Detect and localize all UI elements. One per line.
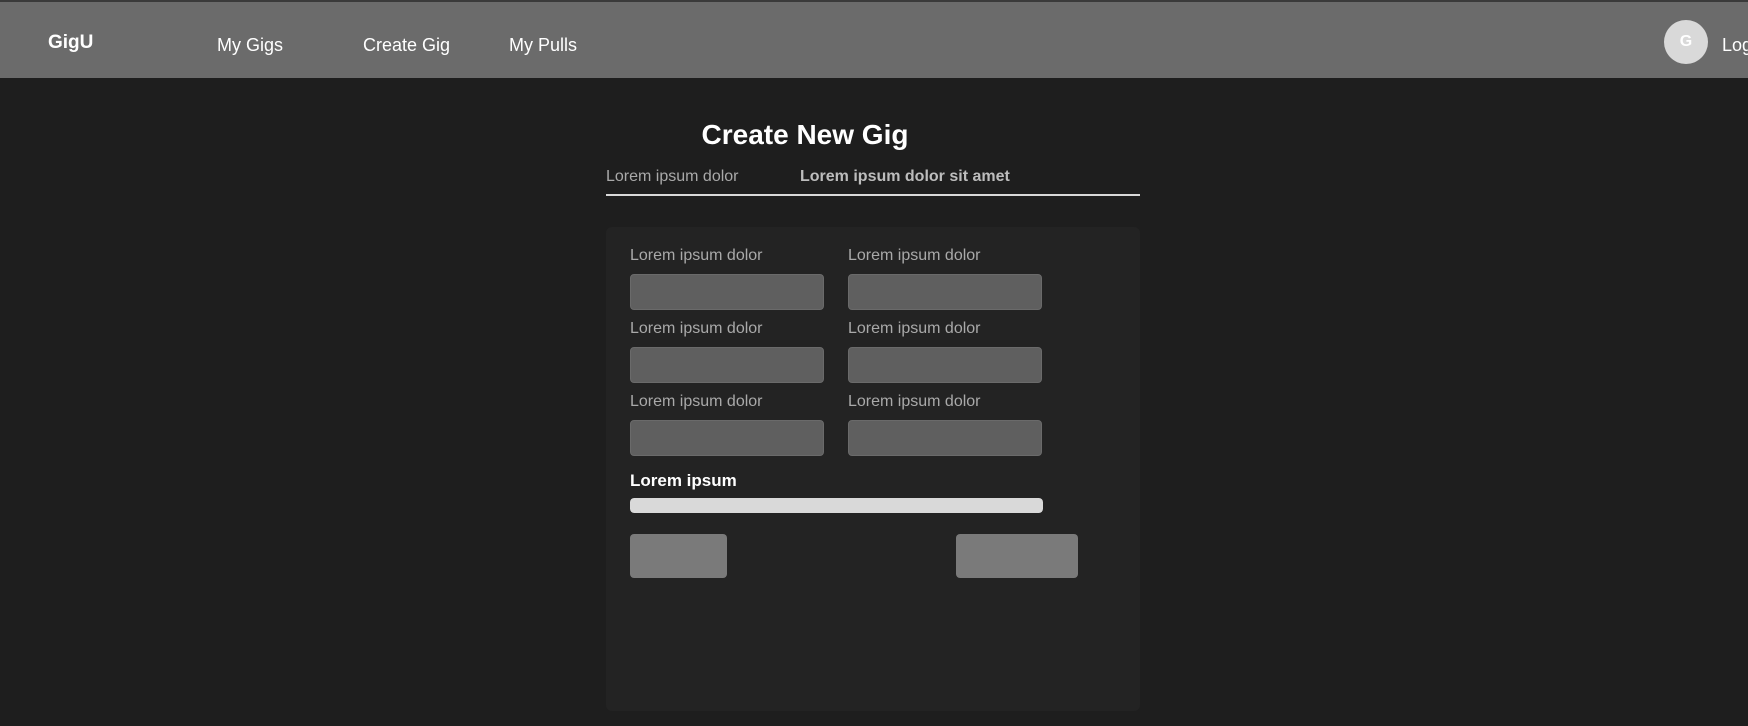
field-label-1: Lorem ipsum dolor (630, 247, 763, 264)
field-label-4: Lorem ipsum dolor (848, 320, 981, 337)
field-input-2[interactable] (848, 274, 1042, 310)
field-label-5: Lorem ipsum dolor (630, 393, 763, 410)
section-label: Lorem ipsum (630, 471, 737, 490)
field-label-2: Lorem ipsum dolor (848, 247, 981, 264)
field-label-6: Lorem ipsum dolor (848, 393, 981, 410)
logout-link[interactable]: Log (1722, 35, 1748, 56)
nav-create-gig[interactable]: Create Gig (363, 35, 450, 56)
field-input-1[interactable] (630, 274, 824, 310)
top-navigation-bar: GigU My Gigs Create Gig My Pulls G Log (0, 0, 1748, 78)
brand-logo[interactable]: GigU (48, 32, 93, 54)
field-label-3: Lorem ipsum dolor (630, 320, 763, 337)
field-input-4[interactable] (848, 347, 1042, 383)
nav-my-gigs[interactable]: My Gigs (217, 35, 283, 56)
page-title: Create New Gig (701, 119, 909, 150)
progress-fill (630, 498, 1043, 513)
progress-bar (630, 498, 1043, 513)
back-button[interactable] (630, 534, 727, 578)
field-input-5[interactable] (630, 420, 824, 456)
tab-step-one[interactable]: Lorem ipsum dolor (606, 168, 739, 186)
avatar[interactable]: G (1664, 20, 1708, 64)
field-input-6[interactable] (848, 420, 1042, 456)
nav-my-pulls[interactable]: My Pulls (509, 35, 577, 56)
field-input-3[interactable] (630, 347, 824, 383)
tab-step-two[interactable]: Lorem ipsum dolor sit amet (800, 168, 1010, 186)
next-button[interactable] (956, 534, 1078, 578)
tab-underline (606, 194, 1140, 196)
